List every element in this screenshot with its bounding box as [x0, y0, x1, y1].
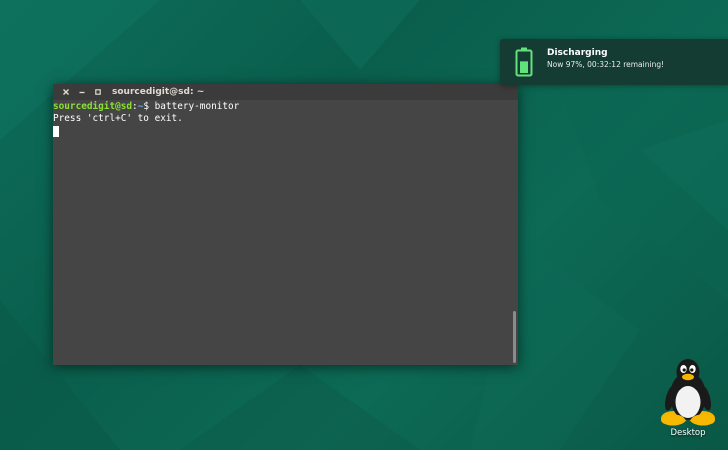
- close-icon: [63, 89, 69, 95]
- window-title: sourcedigit@sd: ~: [112, 87, 205, 97]
- prompt-symbol: $: [143, 101, 155, 112]
- command-line: sourcedigit@sd:~$ battery-monitor: [53, 101, 510, 113]
- minimize-icon: [79, 91, 85, 94]
- minimize-button[interactable]: [75, 85, 89, 99]
- notification-title: Discharging: [547, 48, 608, 58]
- terminal-content[interactable]: sourcedigit@sd:~$ battery-monitor Press …: [53, 100, 510, 365]
- cursor-line: [53, 125, 510, 137]
- scrollbar[interactable]: [510, 100, 518, 365]
- desktop-shortcut[interactable]: Desktop: [656, 356, 720, 442]
- output-line: Press 'ctrl+C' to exit.: [53, 113, 183, 124]
- text-cursor: [53, 126, 59, 137]
- maximize-icon: [95, 89, 101, 95]
- prompt-user-host: sourcedigit@sd: [53, 101, 133, 112]
- battery-icon: [515, 47, 533, 77]
- notification-body: Now 97%, 00:32:12 remaining!: [547, 60, 665, 69]
- terminal-window[interactable]: sourcedigit@sd: ~ sourcedigit@sd:~$ batt…: [53, 84, 518, 365]
- tux-penguin-icon: [661, 359, 715, 426]
- battery-notification[interactable]: Discharging Now 97%, 00:32:12 remaining!: [500, 39, 728, 85]
- maximize-button[interactable]: [91, 85, 105, 99]
- battery-level-fill: [520, 61, 528, 73]
- terminal-titlebar[interactable]: sourcedigit@sd: ~: [53, 84, 518, 100]
- command-text: battery-monitor: [154, 101, 240, 112]
- scrollbar-thumb[interactable]: [513, 311, 516, 363]
- close-button[interactable]: [59, 85, 73, 99]
- desktop-icon-label: Desktop: [670, 428, 706, 438]
